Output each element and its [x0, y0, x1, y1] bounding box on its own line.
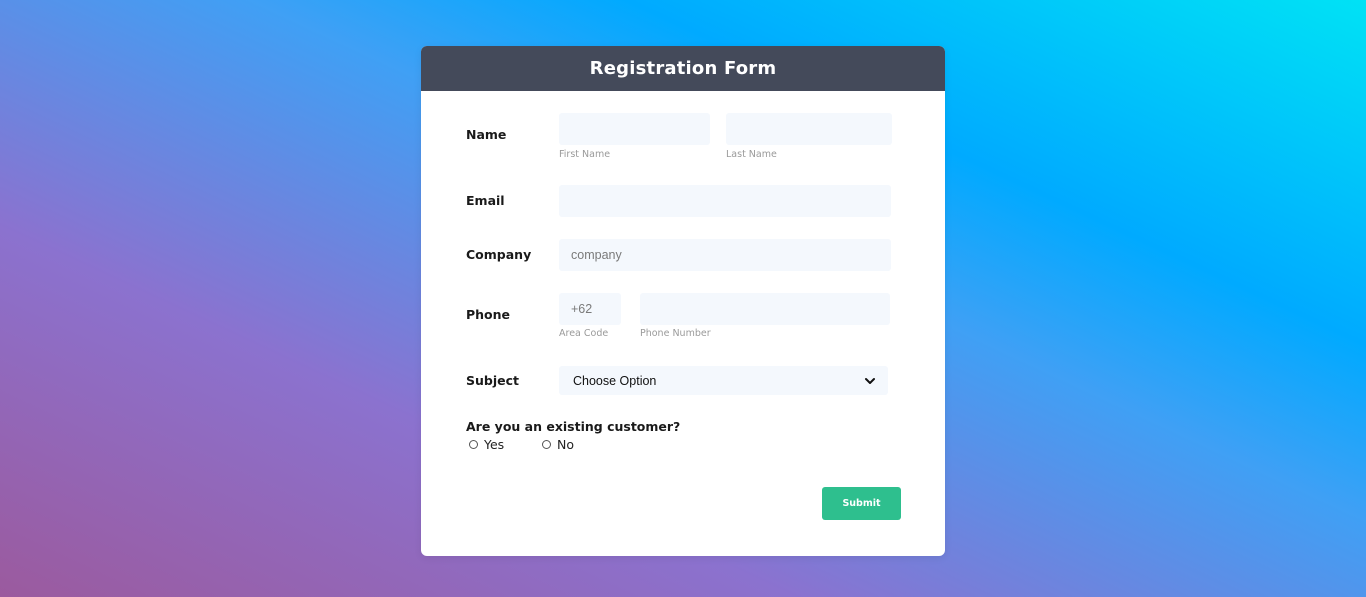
registration-card: Registration Form Name First Name Last N… — [421, 46, 945, 556]
subject-select[interactable]: Choose Option — [559, 366, 888, 395]
first-name-input[interactable] — [559, 113, 710, 145]
company-label: Company — [466, 247, 532, 262]
chevron-down-icon — [865, 377, 875, 384]
last-name-input[interactable] — [726, 113, 892, 145]
subject-label: Subject — [466, 373, 519, 388]
first-name-sublabel: First Name — [559, 149, 611, 160]
form-title: Registration Form — [421, 46, 945, 91]
last-name-sublabel: Last Name — [726, 149, 777, 160]
area-code-sublabel: Area Code — [559, 328, 609, 339]
radio-no[interactable]: No — [542, 437, 574, 452]
area-code-input[interactable] — [559, 293, 621, 325]
email-label: Email — [466, 193, 505, 208]
radio-no-circle[interactable] — [542, 440, 551, 449]
subject-selected-value: Choose Option — [573, 373, 657, 388]
name-label: Name — [466, 127, 507, 142]
radio-yes[interactable]: Yes — [469, 437, 504, 452]
radio-no-label: No — [557, 437, 574, 452]
phone-label: Phone — [466, 307, 511, 322]
radio-yes-label: Yes — [484, 437, 505, 452]
email-input[interactable] — [559, 185, 891, 217]
existing-customer-question: Are you an existing customer? — [466, 419, 681, 434]
company-input[interactable] — [559, 239, 891, 271]
radio-yes-circle[interactable] — [469, 440, 478, 449]
phone-number-sublabel: Phone Number — [640, 328, 711, 339]
submit-button[interactable]: Submit — [822, 487, 901, 520]
phone-number-input[interactable] — [640, 293, 890, 325]
